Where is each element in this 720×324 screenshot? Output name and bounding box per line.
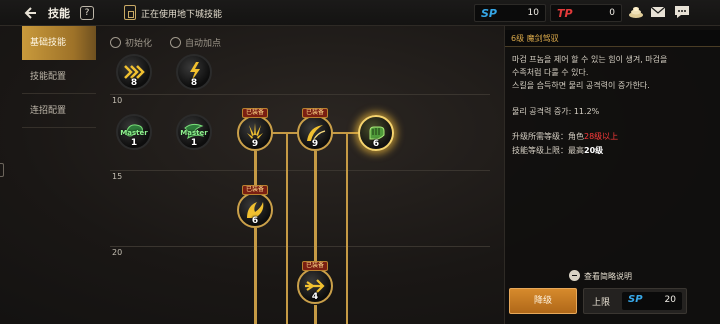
level-divider xyxy=(110,246,490,247)
equipped-badge: 已装备 xyxy=(302,108,328,118)
level-marker: 15 xyxy=(112,172,123,181)
tp-value: 0 xyxy=(609,8,615,18)
top-bar: 技能 ? 正在使用地下城技能 SP 10 TP 0 xyxy=(0,0,720,26)
mail-icon[interactable] xyxy=(650,5,666,19)
master-tag: Master xyxy=(180,129,208,137)
equipped-badge: 已装备 xyxy=(242,185,268,195)
skill-node-selected[interactable]: 6 xyxy=(358,115,394,151)
level-cap-label: 技能等级上限： xyxy=(512,146,568,155)
skill-level: 4 xyxy=(311,292,319,302)
reset-label: 初始化 xyxy=(125,39,153,49)
sp-cost-label: SP xyxy=(628,294,643,305)
requirement-value: 28级以上 xyxy=(584,132,619,141)
dungeon-door-icon xyxy=(124,5,136,20)
skill-description-line: 스킬을 습득하면 물리 공격력이 증가한다. xyxy=(512,81,650,90)
tab-skill-config[interactable]: 技能配置 xyxy=(22,60,96,94)
level-divider xyxy=(110,94,490,95)
max-level-button[interactable]: 上限 SP 20 xyxy=(583,288,687,314)
reset-button[interactable]: 初始化 xyxy=(110,36,152,49)
brief-description-toggle[interactable]: 查看简略说明 xyxy=(569,270,632,282)
level-cap: 技能等级上限：最高20级 xyxy=(512,145,603,156)
skill-detail-panel: 6级 魔剑驾驭 마검 프놈을 제어 할 수 있는 힘이 생겨, 마검을 수족처럼… xyxy=(504,26,720,324)
tree-connector xyxy=(346,134,348,324)
dungeon-skill-status: 正在使用地下城技能 xyxy=(141,10,223,20)
skill-level: 8 xyxy=(190,78,198,88)
skill-detail-title: 6级 魔剑驾驭 xyxy=(511,34,559,43)
requirement-label: 升级所需等级： xyxy=(512,132,568,141)
skill-node[interactable]: 8 xyxy=(116,54,152,90)
level-cap-prefix: 最高 xyxy=(568,146,584,155)
tab-basic-skills[interactable]: 基础技能 xyxy=(22,26,96,60)
skill-detail-header: 6级 魔剑驾驭 xyxy=(505,30,720,47)
skill-effect: 물리 공격력 증가: 11.2% xyxy=(512,107,600,116)
back-arrow-icon[interactable] xyxy=(22,5,38,21)
brief-description-label: 查看简略说明 xyxy=(584,272,632,281)
gold-pile-icon[interactable] xyxy=(628,5,644,19)
auto-assign-label: 自动加点 xyxy=(185,39,222,49)
help-icon[interactable]: ? xyxy=(80,6,94,20)
level-marker: 20 xyxy=(112,248,123,257)
skill-level: 8 xyxy=(130,78,138,88)
side-handle[interactable] xyxy=(0,163,4,177)
sp-cost-value: 20 xyxy=(664,295,676,305)
max-level-label: 上限 xyxy=(592,298,611,308)
skill-description-line: 마검 프놈을 제어 할 수 있는 힘이 생겨, 마검을 xyxy=(512,55,668,64)
tree-connector xyxy=(286,134,288,324)
max-level-sp-cost: SP 20 xyxy=(622,292,682,310)
equipped-badge: 已装备 xyxy=(242,108,268,118)
skill-node[interactable]: 已装备 4 xyxy=(297,261,333,304)
sp-counter: SP 10 xyxy=(474,4,546,22)
upgrade-requirement: 升级所需等级：角色28级以上 xyxy=(512,131,618,142)
collapse-icon xyxy=(569,270,580,281)
requirement-prefix: 角色 xyxy=(568,132,584,141)
skill-level: 9 xyxy=(251,139,259,149)
skill-node[interactable]: 已装备 9 xyxy=(237,108,273,151)
tree-connector xyxy=(314,151,317,267)
skill-node[interactable]: Master 1 xyxy=(116,114,152,150)
tp-counter: TP 0 xyxy=(550,4,622,22)
tp-label: TP xyxy=(557,7,573,20)
skill-node[interactable]: 已装备 6 xyxy=(237,185,273,228)
tree-connector xyxy=(254,228,257,324)
tab-combo-config[interactable]: 连招配置 xyxy=(22,94,96,128)
skill-node[interactable]: 8 xyxy=(176,54,212,90)
skill-node[interactable]: 已装备 9 xyxy=(297,108,333,151)
equipped-badge: 已装备 xyxy=(302,261,328,271)
downgrade-button[interactable]: 降级 xyxy=(509,288,577,314)
sp-value: 10 xyxy=(527,8,539,18)
level-cap-value: 20级 xyxy=(584,146,604,155)
reset-icon xyxy=(110,37,121,48)
page-title: 技能 xyxy=(48,7,70,20)
tree-connector xyxy=(332,132,358,134)
skill-level: 1 xyxy=(130,138,138,148)
skill-level: 9 xyxy=(311,139,319,149)
skill-node[interactable]: Master 1 xyxy=(176,114,212,150)
level-divider xyxy=(110,170,490,171)
left-tab-list: 基础技能 技能配置 连招配置 xyxy=(22,26,96,128)
tree-connector xyxy=(314,305,317,324)
tree-connector xyxy=(272,132,298,134)
skill-level: 6 xyxy=(251,216,259,226)
master-tag: Master xyxy=(120,129,148,137)
level-marker: 10 xyxy=(112,96,123,105)
auto-assign-button[interactable]: 自动加点 xyxy=(170,36,221,49)
auto-assign-icon xyxy=(170,37,181,48)
skill-level: 6 xyxy=(372,139,380,149)
chat-icon[interactable] xyxy=(674,5,690,19)
sp-label: SP xyxy=(481,7,497,20)
skill-description-line: 수족처럼 다룰 수 있다. xyxy=(512,68,589,77)
skill-level: 1 xyxy=(190,138,198,148)
